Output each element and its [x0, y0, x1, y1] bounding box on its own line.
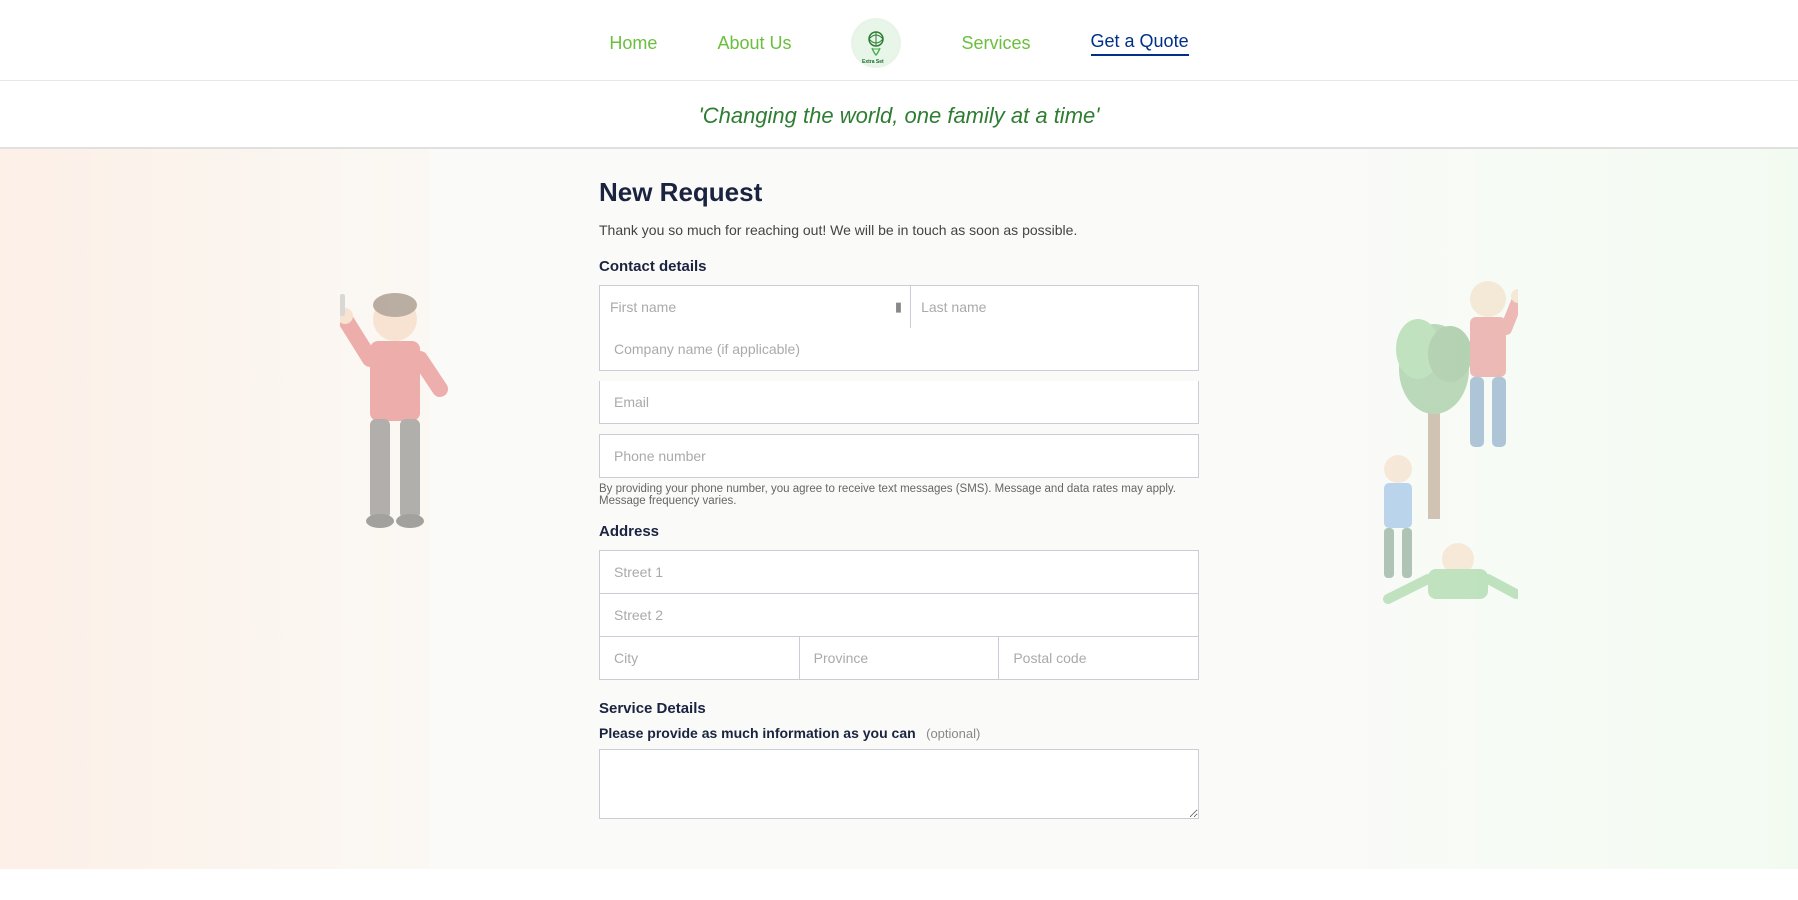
address-block — [599, 550, 1199, 680]
contact-section-label: Contact details — [599, 258, 1199, 275]
form-title: New Request — [599, 177, 1199, 208]
navigation: Home About Us Extra Set Services Get a Q… — [0, 0, 1798, 81]
first-name-input[interactable] — [600, 286, 887, 328]
logo-icon: Extra Set — [851, 18, 901, 68]
street1-input[interactable] — [599, 550, 1199, 594]
nav-logo: Extra Set — [851, 18, 901, 68]
svg-text:Extra Set: Extra Set — [862, 59, 884, 65]
service-label-row: Please provide as much information as yo… — [599, 725, 1199, 743]
tagline-bar: 'Changing the world, one family at a tim… — [0, 81, 1798, 149]
email-row — [599, 381, 1199, 424]
service-section-label: Service Details — [599, 700, 1199, 717]
city-input[interactable] — [599, 637, 799, 680]
city-province-row — [599, 637, 1199, 680]
company-row — [599, 328, 1199, 371]
service-optional: (optional) — [926, 726, 980, 741]
service-info-label: Please provide as much information as yo… — [599, 725, 916, 741]
decorative-figure-right — [1358, 249, 1518, 649]
nav-quote[interactable]: Get a Quote — [1091, 31, 1189, 56]
address-section-label: Address — [599, 523, 1199, 540]
last-name-input[interactable] — [911, 286, 1198, 328]
postal-input[interactable] — [998, 637, 1199, 680]
phone-row — [599, 434, 1199, 478]
company-input[interactable] — [599, 328, 1199, 371]
street2-input[interactable] — [599, 594, 1199, 637]
form-subtitle: Thank you so much for reaching out! We w… — [599, 222, 1199, 238]
nav-services[interactable]: Services — [961, 33, 1030, 54]
province-input[interactable] — [799, 637, 999, 680]
service-textarea[interactable] — [599, 749, 1199, 819]
email-input[interactable] — [599, 381, 1199, 424]
phone-note: By providing your phone number, you agre… — [599, 483, 1199, 507]
tagline-text: 'Changing the world, one family at a tim… — [699, 103, 1100, 128]
nav-home[interactable]: Home — [609, 33, 657, 54]
phone-input[interactable] — [599, 434, 1199, 478]
name-divider-icon: ▮ — [887, 286, 911, 328]
page-wrapper: New Request Thank you so much for reachi… — [0, 149, 1798, 869]
nav-about[interactable]: About Us — [717, 33, 791, 54]
logo-svg: Extra Set — [854, 21, 898, 65]
decorative-figure-left — [340, 289, 450, 649]
form-container: New Request Thank you so much for reachi… — [599, 149, 1199, 864]
name-row: ▮ — [599, 285, 1199, 328]
